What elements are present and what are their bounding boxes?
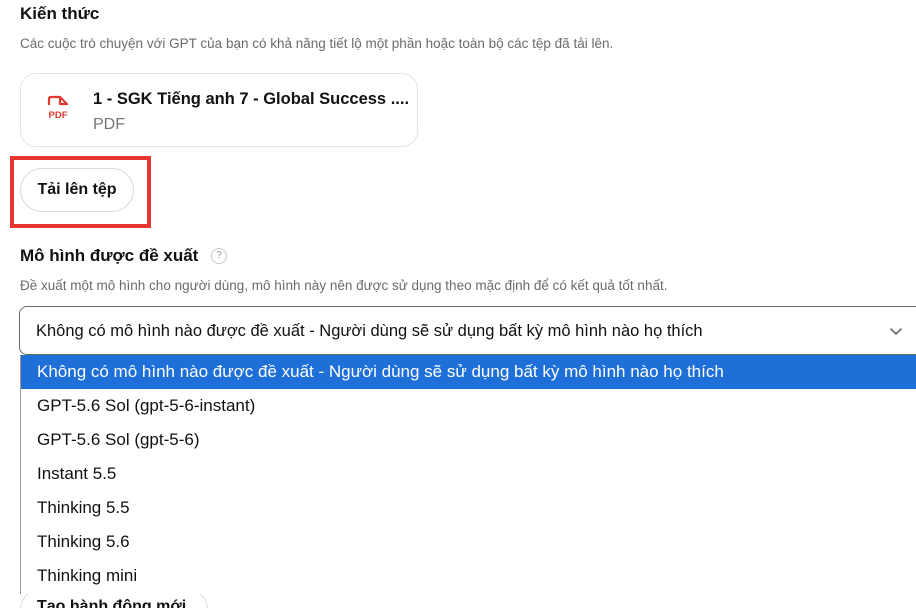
model-dropdown-list: Không có mô hình nào được đề xuất - Ngườ… [20, 355, 916, 594]
file-type: PDF [93, 116, 125, 133]
model-option[interactable]: Thinking mini [21, 559, 916, 593]
help-icon[interactable]: ? [211, 248, 227, 264]
model-option[interactable]: Thinking 5.6 [21, 525, 916, 559]
uploaded-file-card[interactable]: PDF 1 - SGK Tiếng anh 7 - Global Success… [20, 73, 418, 147]
pdf-icon-label: PDF [49, 110, 68, 121]
model-option[interactable]: Thinking 5.5 [21, 491, 916, 525]
upload-file-button[interactable]: Tải lên tệp [20, 168, 134, 212]
model-option[interactable]: Không có mô hình nào được đề xuất - Ngườ… [21, 355, 916, 389]
knowledge-title: Kiến thức [20, 4, 100, 23]
model-option[interactable]: Instant 5.5 [21, 457, 916, 491]
model-option[interactable]: GPT-5.6 Sol (gpt-5-6) [21, 423, 916, 457]
pdf-file-icon: PDF [47, 95, 69, 121]
file-name: 1 - SGK Tiếng anh 7 - Global Success ...… [93, 90, 410, 108]
model-select-value: Không có mô hình nào được đề xuất - Ngườ… [36, 322, 703, 340]
recommended-model-description: Đề xuất một mô hình cho người dùng, mô h… [20, 278, 668, 293]
knowledge-description: Các cuộc trò chuyện với GPT của bạn có k… [20, 36, 614, 51]
recommended-model-title: Mô hình được đề xuất [20, 246, 199, 265]
chevron-down-icon [890, 328, 902, 335]
gpt-config-panel: Kiến thức Các cuộc trò chuyện với GPT củ… [0, 0, 916, 608]
model-option[interactable]: GPT-5.6 Sol (gpt-5-6-instant) [21, 389, 916, 423]
model-select[interactable]: Không có mô hình nào được đề xuất - Ngườ… [19, 306, 916, 355]
